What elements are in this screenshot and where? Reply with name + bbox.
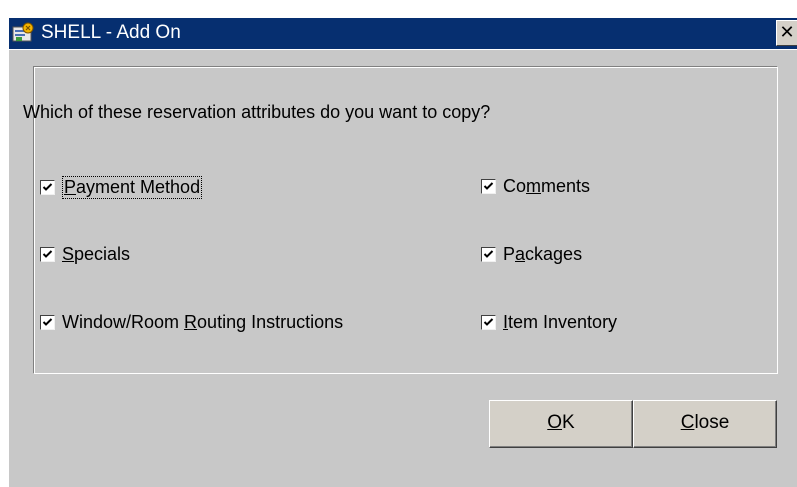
checkbox-box[interactable] [481, 179, 496, 194]
checkbox-box[interactable] [481, 247, 496, 262]
checkmark-icon [483, 182, 494, 190]
checkbox-label: Packages [503, 244, 583, 264]
ok-button[interactable]: OK [489, 400, 633, 448]
checkmark-icon [483, 318, 494, 326]
question-label: Which of these reservation attributes do… [23, 102, 491, 122]
checkbox-box[interactable] [481, 315, 496, 330]
checkmark-icon [42, 183, 53, 191]
app-icon [12, 21, 36, 45]
title-bar-area: SHELL - Add On ✕ [9, 0, 797, 50]
checkmark-icon [42, 250, 53, 258]
checkbox-box[interactable] [40, 315, 55, 330]
checkmark-icon [483, 250, 494, 258]
close-button[interactable]: Close [633, 400, 777, 448]
comments-checkbox[interactable]: Comments [481, 176, 590, 197]
dialog-window: SHELL - Add On ✕ Which of these reservat… [8, 0, 797, 487]
checkbox-label: Item Inventory [503, 312, 618, 332]
checkmark-icon [42, 318, 53, 326]
close-window-icon[interactable]: ✕ [776, 20, 797, 46]
specials-checkbox[interactable]: Specials [40, 244, 130, 265]
dialog-body: Which of these reservation attributes do… [9, 50, 797, 487]
checkbox-label: Payment Method [62, 176, 203, 199]
checkbox-box[interactable] [40, 180, 55, 195]
title-bar[interactable]: SHELL - Add On ✕ [9, 18, 797, 49]
checkbox-label: Comments [503, 176, 591, 196]
checkbox-label: Specials [62, 244, 131, 264]
payment-method-checkbox[interactable]: Payment Method [40, 176, 203, 199]
checkbox-label: Window/Room Routing Instructions [62, 312, 344, 332]
window-title: SHELL - Add On [41, 22, 181, 43]
routing-instructions-checkbox[interactable]: Window/Room Routing Instructions [40, 312, 343, 333]
item-inventory-checkbox[interactable]: Item Inventory [481, 312, 617, 333]
packages-checkbox[interactable]: Packages [481, 244, 582, 265]
checkbox-box[interactable] [40, 247, 55, 262]
